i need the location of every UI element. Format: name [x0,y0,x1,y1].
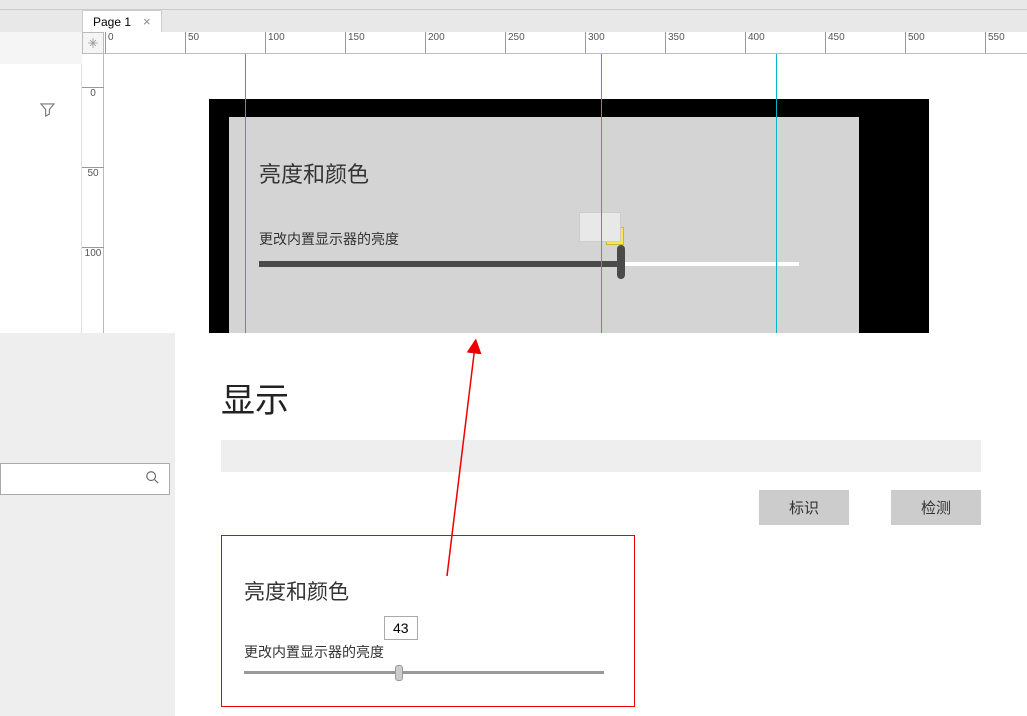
h-ruler-tick: 550 [985,32,1005,54]
detect-button[interactable]: 检测 [891,490,981,525]
h-ruler-tick: 500 [905,32,925,54]
display-buttons-row: 标识 检测 [221,490,981,525]
artboard-content: 亮度和颜色 更改内置显示器的亮度 ⚡ [229,117,859,359]
h-ruler-tick: 250 [505,32,525,54]
settings-content: 显示 标识 检测 亮度和颜色 43 更改内置显示器的亮度 [175,333,1027,716]
v-ruler-tick: 50 [82,167,104,179]
tab-label: Page 1 [93,15,131,29]
slider-thumb-2[interactable] [395,665,403,681]
v-ruler-tick: 100 [82,247,104,259]
brightness-slider[interactable] [244,666,604,680]
settings-panel: 显示 标识 检测 亮度和颜色 43 更改内置显示器的亮度 [0,333,1027,716]
brightness-section-title: 亮度和颜色 [259,157,829,189]
selection-box[interactable] [579,212,621,242]
h-ruler-tick: 450 [825,32,845,54]
guide-line-3[interactable] [776,54,777,366]
h-ruler-tick: 0 [105,32,114,54]
h-ruler-tick: 50 [185,32,199,54]
h-ruler-tick: 400 [745,32,765,54]
guide-line-2[interactable] [601,54,602,366]
slider-thumb[interactable] [617,245,625,279]
vertical-ruler[interactable]: 0 50 100 [82,54,104,364]
slider-fill [259,261,621,267]
display-preview-bar [221,440,981,472]
highlighted-region: 亮度和颜色 43 更改内置显示器的亮度 [221,535,635,707]
h-ruler-tick: 200 [425,32,445,54]
tabs-bar: Page 1 × [0,10,1027,32]
brightness-label-2: 更改内置显示器的亮度 [244,642,594,662]
top-toolbar-strip [0,0,1027,10]
identify-button[interactable]: 标识 [759,490,849,525]
search-input[interactable] [0,463,170,495]
guide-line-1[interactable] [245,54,246,366]
h-ruler-tick: 100 [265,32,285,54]
left-tool-panel [0,64,82,364]
tab-page-1[interactable]: Page 1 × [82,10,162,32]
settings-sidebar [0,333,175,716]
artboard-dark: 亮度和颜色 更改内置显示器的亮度 ⚡ [209,99,929,359]
slider-track-2 [244,671,604,674]
horizontal-ruler[interactable]: 05010015020025030035040045050055060 [104,32,1027,54]
brightness-slider-dark[interactable]: ⚡ [259,255,799,273]
h-ruler-tick: 300 [585,32,605,54]
brightness-value-tooltip: 43 [384,616,418,640]
h-ruler-tick: 350 [665,32,685,54]
brightness-section-title-2: 亮度和颜色 [244,576,594,606]
v-ruler-tick: 0 [82,87,104,99]
close-icon[interactable]: × [143,14,151,29]
brightness-label: 更改内置显示器的亮度 [259,229,829,249]
filter-icon[interactable] [40,102,55,122]
search-icon [145,470,159,489]
ruler-origin[interactable] [82,32,104,54]
h-ruler-tick: 150 [345,32,365,54]
design-canvas[interactable]: 亮度和颜色 更改内置显示器的亮度 ⚡ [104,54,1027,366]
page-title: 显示 [221,373,987,422]
